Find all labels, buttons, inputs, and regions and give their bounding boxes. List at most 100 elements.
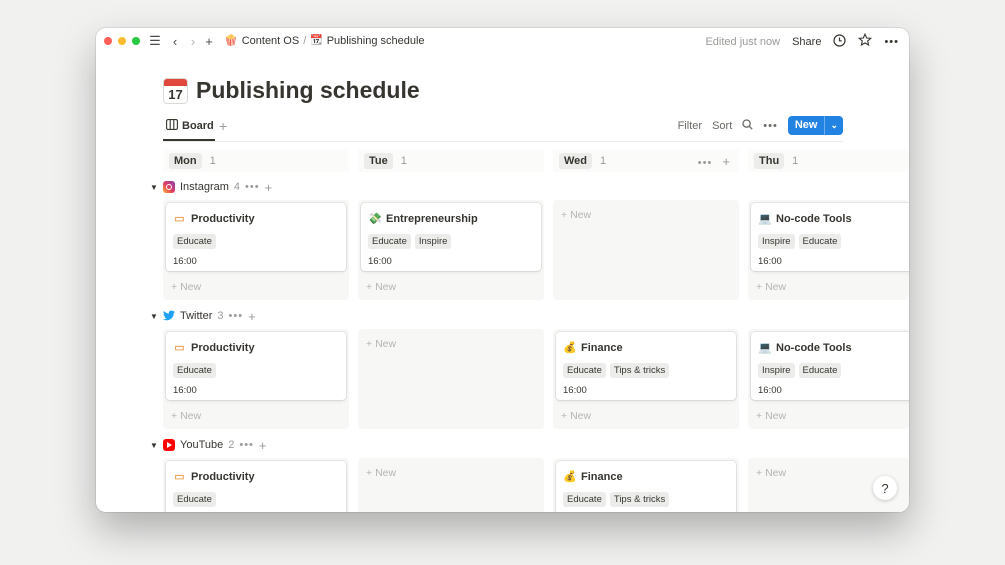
card-title: Productivity xyxy=(191,341,255,354)
group-header-youtube[interactable]: ▼ YouTube 2 ••• + xyxy=(150,437,268,453)
money-icon: 💸 xyxy=(368,213,382,225)
new-button[interactable]: New ⌄ xyxy=(787,116,843,135)
column-header-tue[interactable]: Tue 1 xyxy=(358,149,544,172)
column-more-icon[interactable]: ••• xyxy=(698,157,713,169)
breadcrumb: 🍿 Content OS / 📆 Publishing schedule xyxy=(224,34,425,48)
add-new-card[interactable]: + New xyxy=(366,281,396,293)
group-count: 3 xyxy=(217,310,224,322)
group-more-icon[interactable]: ••• xyxy=(229,310,244,322)
collapse-caret-icon[interactable]: ▼ xyxy=(150,441,158,450)
group-more-icon[interactable]: ••• xyxy=(245,181,260,193)
card-productivity[interactable]: ▭ Productivity Educate xyxy=(166,461,346,512)
tag: Educate xyxy=(798,234,842,249)
add-new-card[interactable]: + New xyxy=(171,281,201,293)
group-more-icon[interactable]: ••• xyxy=(239,439,254,451)
page-title: 17 Publishing schedule xyxy=(163,77,420,104)
page-title-text[interactable]: Publishing schedule xyxy=(196,77,420,104)
breadcrumb-separator: / xyxy=(303,34,307,47)
column-header-thu[interactable]: Thu 1 xyxy=(748,149,909,172)
youtube-icon xyxy=(163,439,175,451)
card-title: Productivity xyxy=(191,212,255,225)
divider xyxy=(163,141,843,142)
add-view-icon[interactable]: + xyxy=(219,118,227,134)
group-count: 4 xyxy=(233,181,241,193)
card-title: Productivity xyxy=(191,470,255,483)
column-header-wed[interactable]: Wed 1 ••• + xyxy=(553,149,739,172)
close-window-button[interactable] xyxy=(104,37,112,45)
board-cell: + New xyxy=(553,200,739,300)
money-bag-icon: 💰 xyxy=(563,342,577,354)
card-productivity[interactable]: ▭ Productivity Educate 16:00 xyxy=(166,203,346,271)
tag: Educate xyxy=(563,492,606,507)
group-add-icon[interactable]: + xyxy=(248,309,257,324)
add-new-card[interactable]: + New xyxy=(561,410,591,422)
tag: Educate xyxy=(798,363,842,378)
sort-button[interactable]: Sort xyxy=(712,120,732,132)
calendar-icon[interactable]: 17 xyxy=(163,77,188,104)
add-new-card[interactable]: + New xyxy=(561,209,591,221)
card-finance[interactable]: 💰 Finance Educate Tips & tricks xyxy=(556,461,736,512)
tag: Inspire xyxy=(758,234,795,249)
filter-button[interactable]: Filter xyxy=(678,120,702,132)
column-count: 1 xyxy=(400,154,407,167)
add-new-card[interactable]: + New xyxy=(756,281,786,293)
board-cell: 💰 Finance Educate Tips & tricks xyxy=(553,458,739,512)
group-add-icon[interactable]: + xyxy=(259,438,268,453)
card-finance[interactable]: 💰 Finance Educate Tips & tricks 16:00 xyxy=(556,332,736,400)
group-header-instagram[interactable]: ▼ Instagram 4 ••• + xyxy=(150,179,273,195)
collapse-caret-icon[interactable]: ▼ xyxy=(150,183,158,192)
back-arrow-icon[interactable]: ‹ xyxy=(168,33,182,49)
add-new-card[interactable]: + New xyxy=(366,338,396,350)
board-cell: ▭ Productivity Educate xyxy=(163,458,349,512)
card-productivity[interactable]: ▭ Productivity Educate 16:00 xyxy=(166,332,346,400)
group-header-twitter[interactable]: ▼ Twitter 3 ••• + xyxy=(150,308,257,324)
view-more-icon[interactable]: ••• xyxy=(763,120,778,132)
clock-icon[interactable] xyxy=(833,33,847,50)
view-bar: Board + Filter Sort ••• New ⌄ xyxy=(163,116,843,141)
card-time: 16:00 xyxy=(173,256,197,267)
new-button-label[interactable]: New xyxy=(788,116,826,135)
minimize-window-button[interactable] xyxy=(118,37,126,45)
card-no-code-tools[interactable]: 💻 No-code Tools Inspire Educate 16:00 xyxy=(751,332,909,400)
search-icon[interactable] xyxy=(742,118,753,133)
card-entrepreneurship[interactable]: 💸 Entrepreneurship Educate Inspire 16:00 xyxy=(361,203,541,271)
collapse-caret-icon[interactable]: ▼ xyxy=(150,312,158,321)
add-page-icon[interactable]: + xyxy=(202,33,216,49)
card-no-code-tools[interactable]: 💻 No-code Tools Inspire Educate 16:00 xyxy=(751,203,909,271)
group-name: YouTube xyxy=(180,439,224,451)
chevron-down-icon[interactable]: ⌄ xyxy=(825,120,843,131)
tab-board[interactable]: Board xyxy=(166,119,214,133)
star-icon[interactable] xyxy=(858,32,873,50)
column-add-icon[interactable]: + xyxy=(722,154,731,169)
sidebar-menu-icon[interactable]: ☰ xyxy=(148,33,162,49)
breadcrumb-publishing-schedule[interactable]: Publishing schedule xyxy=(327,35,425,47)
board-cell: 💸 Entrepreneurship Educate Inspire 16:00 +… xyxy=(358,200,544,300)
add-new-card[interactable]: + New xyxy=(756,467,786,479)
column-actions[interactable]: ••• + xyxy=(698,154,731,169)
card-title: Finance xyxy=(581,470,623,483)
board-cell: 💻 No-code Tools Inspire Educate 16:00 + Ne… xyxy=(748,329,909,429)
more-options-icon[interactable]: ••• xyxy=(884,36,899,48)
card-time: 16:00 xyxy=(368,256,392,267)
breadcrumb-content-os[interactable]: Content OS xyxy=(242,35,299,47)
tag: Educate xyxy=(563,363,606,378)
card-time: 16:00 xyxy=(758,256,782,267)
board-icon xyxy=(166,119,178,133)
add-new-card[interactable]: + New xyxy=(366,467,396,479)
app-window: ☰ ‹ › + 🍿 Content OS / 📆 Publishing sche… xyxy=(96,28,909,512)
column-label: Wed xyxy=(559,152,593,169)
help-button[interactable]: ? xyxy=(873,476,897,500)
add-new-card[interactable]: + New xyxy=(756,410,786,422)
zoom-window-button[interactable] xyxy=(132,37,140,45)
card-time: 16:00 xyxy=(758,385,782,396)
pencil-icon: ▭ xyxy=(174,342,185,354)
calendar-icon: 📆 xyxy=(310,35,323,46)
column-header-mon[interactable]: Mon 1 xyxy=(163,149,349,172)
top-bar: ☰ ‹ › + 🍿 Content OS / 📆 Publishing sche… xyxy=(96,28,909,54)
group-count: 2 xyxy=(228,439,235,451)
share-button[interactable]: Share xyxy=(792,36,821,48)
add-new-card[interactable]: + New xyxy=(171,410,201,422)
group-add-icon[interactable]: + xyxy=(265,180,274,195)
tag: Educate xyxy=(368,234,411,249)
forward-arrow-icon[interactable]: › xyxy=(186,33,200,49)
